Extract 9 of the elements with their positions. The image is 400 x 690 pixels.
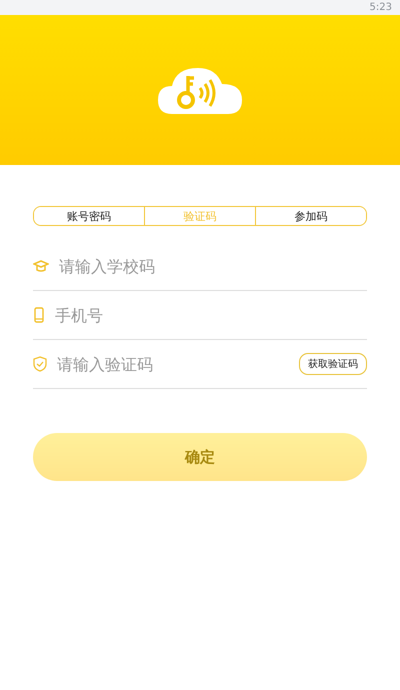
status-time: 5:23 [370,2,392,13]
input-field[interactable]: 请输入验证码 [55,354,291,374]
input-field[interactable]: 请输入学校码 [57,256,367,276]
tab[interactable]: 参加码 [255,207,366,225]
phone-icon [33,307,45,323]
shield-check-icon [33,356,47,372]
get-code-button[interactable]: 获取验证码 [299,353,367,375]
graduation-cap-icon [33,259,49,273]
input-field[interactable]: 手机号 [53,304,367,326]
